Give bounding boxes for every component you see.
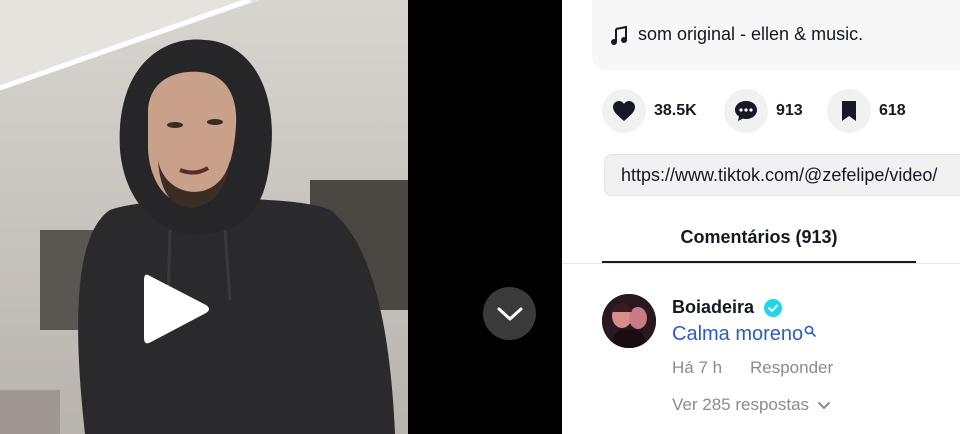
verified-badge-icon (764, 298, 783, 317)
tab-divider (562, 263, 960, 264)
save-count: 618 (879, 102, 906, 119)
heart-icon (613, 101, 635, 121)
comment-button[interactable] (724, 89, 768, 133)
save-button[interactable] (827, 89, 871, 133)
comment-icon (735, 101, 757, 121)
comment-text[interactable]: Calma moreno (672, 323, 816, 346)
like-count: 38.5K (654, 102, 697, 119)
music-note-icon (611, 26, 627, 45)
video-frame (0, 0, 408, 434)
view-replies-label: Ver 285 respostas (672, 395, 810, 414)
search-icon[interactable] (804, 325, 816, 337)
comment-username[interactable]: Boiadeira (672, 297, 783, 318)
avatar-image (602, 294, 656, 348)
music-card[interactable]: som original - ellen & music. (592, 0, 960, 70)
chevron-down-icon (818, 401, 831, 409)
bookmark-icon (842, 101, 856, 121)
tab-comments-label: Comentários (913) (680, 227, 838, 247)
view-replies-button[interactable]: Ver 285 respostas (672, 395, 831, 415)
comment-text-content[interactable]: Calma moreno (672, 323, 803, 346)
chevron-down-icon (497, 307, 522, 320)
avatar[interactable] (602, 294, 656, 348)
next-video-button[interactable] (483, 287, 536, 340)
music-title[interactable]: som original - ellen & music. (638, 24, 863, 45)
comment-username-text[interactable]: Boiadeira (672, 297, 754, 318)
share-url-text[interactable]: https://www.tiktok.com/@zefelipe/video/ (621, 165, 937, 186)
video-player[interactable] (0, 0, 408, 434)
like-action[interactable]: 38.5K (602, 88, 697, 134)
details-panel: som original - ellen & music. 38.5K 913 … (562, 0, 960, 434)
tab-comments[interactable]: Comentários (913) (602, 214, 916, 264)
comment-action[interactable]: 913 (724, 88, 803, 134)
like-button[interactable] (602, 89, 646, 133)
share-url-field[interactable]: https://www.tiktok.com/@zefelipe/video/ (604, 154, 960, 196)
play-icon[interactable] (142, 270, 212, 348)
video-side-bar (408, 0, 562, 434)
save-action[interactable]: 618 (827, 88, 906, 134)
comment-count: 913 (776, 102, 803, 119)
reply-button[interactable]: Responder (750, 358, 833, 378)
comment-timestamp: Há 7 h (672, 358, 723, 377)
